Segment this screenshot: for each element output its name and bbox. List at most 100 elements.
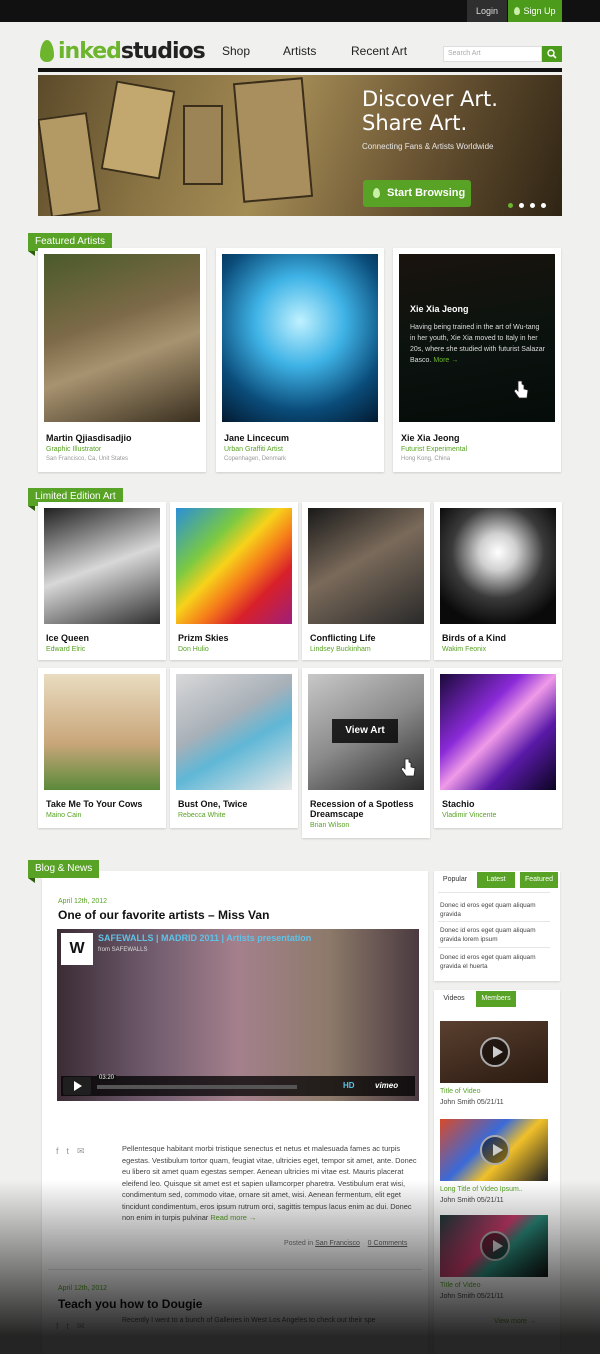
twitter-icon[interactable]: t (67, 1321, 70, 1332)
art-title[interactable]: Recession of a Spotless Dreamscape (310, 799, 422, 819)
artist-name[interactable]: Martin Qjiasdisadjio (46, 433, 132, 443)
nav-shop[interactable]: Shop (222, 44, 250, 58)
tab-latest[interactable]: Latest (477, 872, 515, 888)
art-title[interactable]: Conflicting Life (310, 633, 376, 643)
facebook-icon[interactable]: f (56, 1321, 59, 1332)
artist-photo[interactable] (222, 254, 378, 422)
art-card[interactable]: Stachio Vladimir Vincente (434, 668, 562, 828)
overlay-bio-text: Having being trained in the art of Wu-ta… (410, 324, 546, 364)
drop-icon (514, 7, 521, 15)
art-thumbnail[interactable] (176, 508, 292, 624)
tab-videos[interactable]: Videos (436, 991, 472, 1007)
slider-dot[interactable] (519, 203, 524, 208)
category-link[interactable]: San Francisco (315, 1240, 360, 1247)
slider-dot[interactable] (541, 203, 546, 208)
hd-toggle[interactable]: HD (343, 1081, 355, 1090)
search-icon (547, 49, 557, 59)
login-button[interactable]: Login (467, 0, 507, 22)
art-thumbnail[interactable] (176, 674, 292, 790)
art-title[interactable]: Stachio (442, 799, 475, 809)
artist-photo[interactable]: Xie Xia Jeong Having being trained in th… (399, 254, 555, 422)
art-thumbnail[interactable]: View Art (308, 674, 424, 790)
art-artist[interactable]: Brian Wilson (310, 822, 349, 829)
video-item-title[interactable]: Title of Video (440, 1088, 480, 1095)
video-thumbnail[interactable] (440, 1021, 548, 1083)
hero-banner: Discover Art. Share Art. Connecting Fans… (38, 75, 562, 216)
video-title[interactable]: SAFEWALLS | MADRID 2011 | Artists presen… (98, 933, 311, 943)
artist-card[interactable]: Jane Lincecum Urban Graffiti Artist Cope… (216, 248, 384, 472)
hand-cursor-icon (400, 758, 416, 777)
art-card[interactable]: Bust One, Twice Rebecca White (170, 668, 298, 828)
slider-dot[interactable] (530, 203, 535, 208)
artist-card[interactable]: Xie Xia Jeong Having being trained in th… (393, 248, 561, 472)
video-from[interactable]: from SAFEWALLS (98, 947, 147, 953)
art-card[interactable]: View Art Recession of a Spotless Dreamsc… (302, 668, 430, 838)
tab-popular[interactable]: Popular (436, 872, 474, 888)
art-artist[interactable]: Don Hulio (178, 646, 209, 653)
logo[interactable]: inked studios (40, 36, 206, 66)
art-thumbnail[interactable] (440, 674, 556, 790)
art-artist[interactable]: Maino Cain (46, 812, 81, 819)
signup-button[interactable]: Sign Up (508, 0, 562, 22)
hero-art-house (232, 77, 314, 203)
more-link[interactable]: More → (433, 357, 458, 364)
art-thumbnail[interactable] (44, 674, 160, 790)
artist-card[interactable]: Martin Qjiasdisadjio Graphic Illustrator… (38, 248, 206, 472)
video-play-button[interactable] (63, 1077, 91, 1095)
popular-item[interactable]: Donec id eros eget quam aliquam gravida (440, 901, 546, 919)
art-title[interactable]: Prizm Skies (178, 633, 229, 643)
safewalls-logo: W (61, 933, 93, 965)
art-card[interactable]: Birds of a Kind Wakim Feonix (434, 502, 562, 660)
divider (438, 921, 550, 922)
facebook-icon[interactable]: f (56, 1146, 59, 1157)
search-input[interactable]: Search Art (443, 46, 542, 62)
popular-item[interactable]: Donec id eros eget quam aliquam gravida … (440, 953, 546, 971)
video-player[interactable]: W SAFEWALLS | MADRID 2011 | Artists pres… (57, 929, 419, 1101)
email-icon[interactable]: ✉ (77, 1321, 85, 1332)
art-thumbnail[interactable] (44, 508, 160, 624)
art-artist[interactable]: Wakim Feonix (442, 646, 486, 653)
art-artist[interactable]: Rebecca White (178, 812, 225, 819)
post-title[interactable]: Teach you how to Dougie (58, 1297, 202, 1311)
view-more-link[interactable]: View more → (494, 1318, 536, 1325)
start-browsing-button[interactable]: Start Browsing (363, 180, 471, 207)
art-artist[interactable]: Vladimir Vincente (442, 812, 496, 819)
search-button[interactable] (542, 46, 562, 62)
art-title[interactable]: Birds of a Kind (442, 633, 506, 643)
art-card[interactable]: Take Me To Your Cows Maino Cain (38, 668, 166, 828)
art-title[interactable]: Ice Queen (46, 633, 89, 643)
popular-item[interactable]: Donec id eros eget quam aliquam gravida … (440, 926, 546, 944)
tab-featured[interactable]: Featured (520, 872, 558, 888)
artist-name[interactable]: Xie Xia Jeong (401, 433, 460, 443)
art-artist[interactable]: Edward Elric (46, 646, 85, 653)
artist-name[interactable]: Jane Lincecum (224, 433, 289, 443)
twitter-icon[interactable]: t (67, 1146, 70, 1157)
leaf-drop-icon (40, 40, 54, 62)
art-thumbnail[interactable] (440, 508, 556, 624)
video-scrubber[interactable] (97, 1085, 297, 1089)
vimeo-logo[interactable]: vimeo (375, 1081, 398, 1090)
comments-link[interactable]: 0 Comments (368, 1240, 408, 1247)
nav-artists[interactable]: Artists (283, 44, 316, 58)
art-artist[interactable]: Lindsey Buckinham (310, 646, 371, 653)
blog-news-heading: Blog & News (28, 860, 100, 883)
tab-members[interactable]: Members (476, 991, 516, 1007)
post-title[interactable]: One of our favorite artists – Miss Van (58, 908, 269, 922)
view-art-button[interactable]: View Art (332, 719, 398, 743)
video-thumbnail[interactable] (440, 1119, 548, 1181)
artist-photo[interactable] (44, 254, 200, 422)
video-thumbnail[interactable] (440, 1215, 548, 1277)
art-card[interactable]: Conflicting Life Lindsey Buckinham (302, 502, 430, 660)
read-more-link[interactable]: Read more → (210, 1213, 256, 1222)
nav-recent-art[interactable]: Recent Art (351, 44, 407, 58)
art-title[interactable]: Take Me To Your Cows (46, 799, 142, 809)
art-card[interactable]: Ice Queen Edward Elric (38, 502, 166, 660)
email-icon[interactable]: ✉ (77, 1146, 85, 1157)
artist-hover-overlay[interactable]: Xie Xia Jeong Having being trained in th… (399, 254, 555, 422)
art-title[interactable]: Bust One, Twice (178, 799, 247, 809)
slider-dot[interactable] (508, 203, 513, 208)
art-card[interactable]: Prizm Skies Don Hulio (170, 502, 298, 660)
video-item-title[interactable]: Long Title of Video Ipsum.. (440, 1186, 523, 1193)
art-thumbnail[interactable] (308, 508, 424, 624)
video-item-title[interactable]: Title of Video (440, 1282, 480, 1289)
